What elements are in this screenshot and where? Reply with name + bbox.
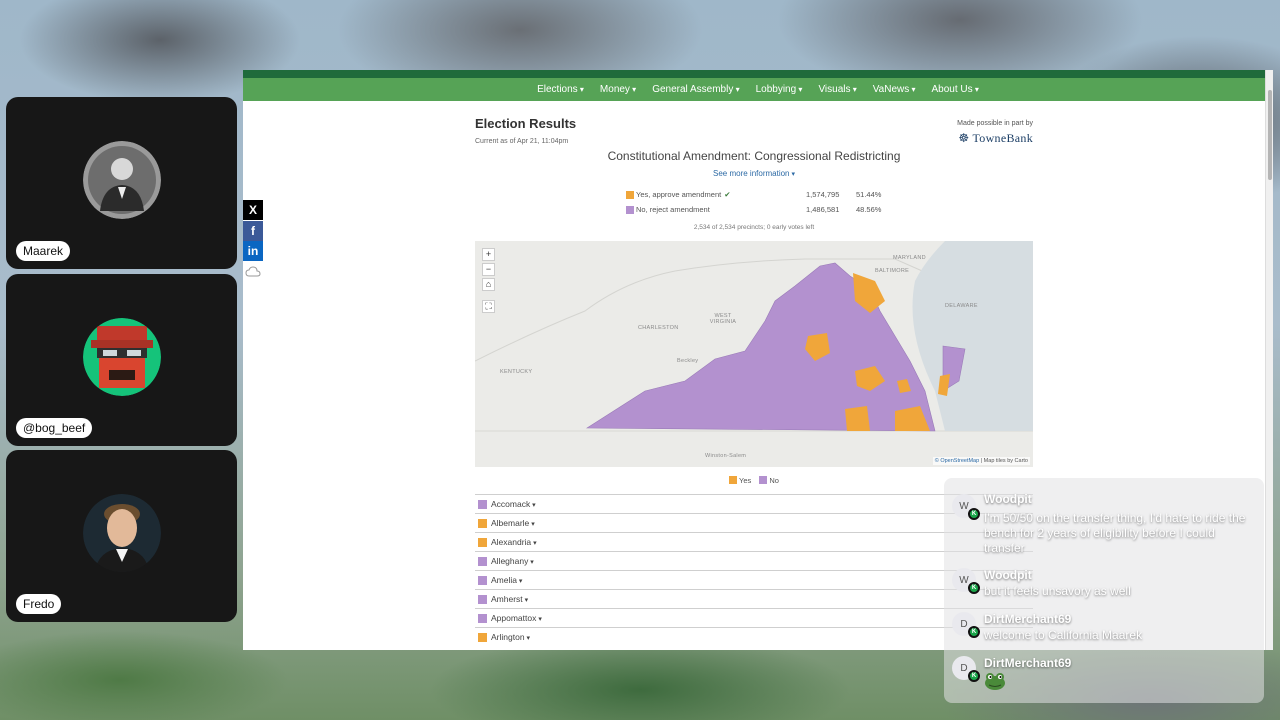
map-label-baltimore: BALTIMORE <box>875 268 910 274</box>
chat-text: welcome to California Maarek <box>984 628 1143 642</box>
locality-name: Amherst <box>491 594 528 604</box>
linkedin-icon[interactable]: in <box>243 241 263 261</box>
participant-name: @bog_beef <box>16 418 93 438</box>
participant-name: Maarek <box>16 241 71 261</box>
participant-avatar <box>82 318 161 396</box>
map-canvas <box>475 241 1033 432</box>
participant-avatar <box>82 494 161 572</box>
kick-badge-icon: K <box>968 670 980 682</box>
participant-tile-bog-beef[interactable]: @bog_beef <box>6 274 237 446</box>
chat-message: D K DirtMerchant69 <box>952 656 1257 696</box>
site-nav: Elections Money General Assembly Lobbyin… <box>243 78 1273 101</box>
chat-text: but it feels unsavory as well <box>984 584 1131 598</box>
see-more-link[interactable]: See more information <box>475 169 1033 178</box>
kick-badge-icon: K <box>968 626 980 638</box>
map-home-icon[interactable]: ⌂ <box>482 278 495 291</box>
map-label-kentucky: KENTUCKY <box>500 369 533 375</box>
result-percent: 51.44% <box>856 190 882 199</box>
nav-visuals[interactable]: Visuals <box>818 84 856 95</box>
sponsor-text: Made possible in part by <box>957 120 1033 127</box>
map-zoom-in-button[interactable]: + <box>482 248 495 261</box>
cloud-icon[interactable] <box>243 261 263 282</box>
locality-name: Alleghany <box>491 556 534 566</box>
legend-yes: Yes <box>729 476 751 485</box>
participant-tile-fredo[interactable]: Fredo <box>6 450 237 622</box>
locality-name: Accomack <box>491 499 536 509</box>
chat-username[interactable]: DirtMerchant69 <box>984 612 1071 626</box>
sponsor-logo[interactable]: ☸ TowneBank <box>958 131 1033 146</box>
share-bar: X f in <box>243 200 263 282</box>
map-label-maryland: MARYLAND <box>893 255 926 261</box>
nav-money[interactable]: Money <box>600 84 636 95</box>
result-votes: 1,574,795 <box>806 190 840 199</box>
chat-username[interactable]: Woodpit <box>984 568 1032 582</box>
legend-no: No <box>759 476 779 485</box>
winner-check-icon: ✔ <box>724 190 731 199</box>
osm-link[interactable]: © OpenStreetMap <box>935 458 979 464</box>
page-title: Election Results <box>475 116 577 131</box>
map-fullscreen-icon[interactable]: ⛶ <box>482 300 495 313</box>
kick-badge-icon: K <box>968 508 980 520</box>
facebook-icon[interactable]: f <box>243 220 263 241</box>
chat-message: D K DirtMerchant69 welcome to California… <box>952 612 1257 648</box>
nav-elections[interactable]: Elections <box>537 84 584 95</box>
result-label: No, reject amendment <box>636 205 710 214</box>
race-title: Constitutional Amendment: Congressional … <box>607 149 901 163</box>
result-votes: 1,486,581 <box>806 205 840 214</box>
locality-name: Amelia <box>491 575 522 585</box>
precincts-reporting: 2,534 of 2,534 precincts; 0 early votes … <box>693 224 815 231</box>
results-table: Yes, approve amendment ✔ 1,574,795 51.44%… <box>626 189 886 219</box>
result-row-no: No, reject amendment 1,486,581 48.56% <box>626 204 886 219</box>
participant-name: Fredo <box>16 594 62 614</box>
nav-about-us[interactable]: About Us <box>932 84 979 95</box>
participant-avatar <box>82 141 161 219</box>
chat-overlay: W K Woodpit I'm 50/50 on the transfer th… <box>944 478 1264 703</box>
chat-username[interactable]: Woodpit <box>984 492 1032 506</box>
locality-name: Arlington <box>491 632 530 642</box>
locality-name: Albemarle <box>491 518 535 528</box>
locality-name: Alexandria <box>491 537 537 547</box>
map-label-winston-salem: Winston-Salem <box>705 453 747 459</box>
x-icon[interactable]: X <box>243 200 263 220</box>
nav-lobbying[interactable]: Lobbying <box>756 84 803 95</box>
map-zoom-out-button[interactable]: − <box>482 263 495 276</box>
frog-emote-icon <box>984 671 1006 691</box>
result-percent: 48.56% <box>856 205 882 214</box>
map-attribution: © OpenStreetMap | Map tiles by Carto <box>932 457 1030 465</box>
participant-tile-maarek[interactable]: Maarek <box>6 97 237 269</box>
result-row-yes: Yes, approve amendment ✔ 1,574,795 51.44% <box>626 189 886 204</box>
results-map[interactable]: MARYLAND BALTIMORE DELAWARE WEST VIRGINI… <box>475 241 1033 467</box>
map-label-west-virginia: WEST VIRGINIA <box>709 313 737 325</box>
nav-vanews[interactable]: VaNews <box>873 84 916 95</box>
map-label-delaware: DELAWARE <box>945 303 978 309</box>
chat-username[interactable]: DirtMerchant69 <box>984 656 1071 670</box>
page-scrollbar[interactable] <box>1265 70 1273 650</box>
map-label-charleston: CHARLESTON <box>638 325 679 331</box>
yes-swatch <box>626 191 634 199</box>
chat-message: W K Woodpit I'm 50/50 on the transfer th… <box>952 492 1257 558</box>
chat-text: I'm 50/50 on the transfer thing, I'd hat… <box>984 511 1246 555</box>
result-label: Yes, approve amendment ✔ <box>636 190 731 199</box>
kick-badge-icon: K <box>968 582 980 594</box>
scrollbar-thumb[interactable] <box>1268 90 1272 180</box>
site-top-bar <box>243 70 1273 78</box>
nav-general-assembly[interactable]: General Assembly <box>652 84 739 95</box>
chat-message: W K Woodpit but it feels unsavory as wel… <box>952 568 1257 604</box>
locality-name: Appomattox <box>491 613 542 623</box>
map-label-beckley: Beckley <box>677 358 699 364</box>
last-updated: Current as of Apr 21, 11:04pm <box>475 138 569 145</box>
no-swatch <box>626 206 634 214</box>
